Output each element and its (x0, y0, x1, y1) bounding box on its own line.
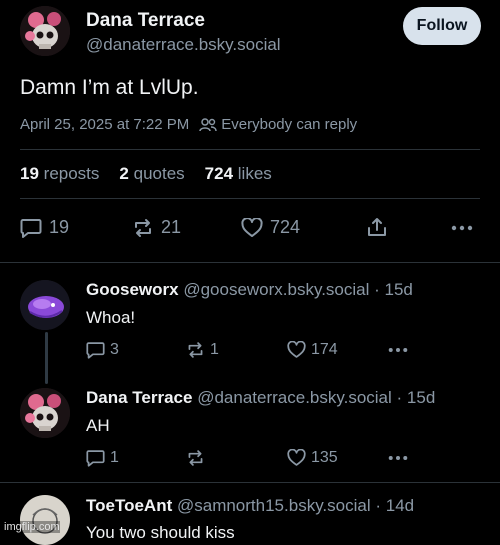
share-button[interactable] (367, 216, 387, 238)
like-count: 174 (311, 341, 338, 358)
repost-count: 1 (210, 341, 219, 358)
reply-header: ToeToeAnt @samnorth15.bsky.social · 14d (86, 496, 414, 516)
divider (20, 198, 480, 199)
author-handle[interactable]: @danaterrace.bsky.social (86, 35, 281, 55)
reply-text: AH (86, 416, 110, 435)
author-avatar[interactable] (20, 6, 70, 56)
reply-count: 1 (110, 449, 119, 466)
reply-button[interactable]: 19 (20, 217, 69, 238)
reply-button[interactable]: 3 (86, 341, 119, 359)
reply-icon (86, 342, 105, 359)
reply-author-name[interactable]: Dana Terrace (86, 388, 192, 407)
thread-line (45, 332, 48, 384)
reply-avatar[interactable] (20, 280, 70, 330)
reply-author-name[interactable]: ToeToeAnt (86, 496, 172, 515)
like-button[interactable]: 135 (287, 449, 338, 467)
reply-count: 3 (110, 341, 119, 358)
likes-stat[interactable]: 724 likes (205, 164, 272, 184)
reply-setting[interactable]: Everybody can reply (199, 116, 357, 133)
people-icon (199, 117, 217, 131)
reply-text: Whoa! (86, 308, 136, 327)
repost-icon (135, 218, 151, 237)
more-options-button[interactable] (388, 455, 408, 461)
reply-icon (20, 218, 42, 238)
reply-icon (86, 450, 105, 467)
like-button[interactable]: 724 (241, 217, 300, 238)
post-meta: April 25, 2025 at 7:22 PM Everybody can … (20, 116, 357, 133)
ellipsis-icon (451, 225, 473, 231)
watermark: imgflip.com (4, 521, 60, 533)
post-stats: 19 reposts 2 quotes 724 likes (20, 164, 272, 184)
skull-avatar-image (20, 6, 70, 56)
section-divider (0, 482, 500, 483)
reply-button[interactable]: 1 (86, 449, 119, 467)
share-icon (368, 218, 386, 236)
repost-icon (188, 450, 203, 466)
post-text: Damn I’m at LvlUp. (20, 76, 199, 99)
heart-icon (287, 341, 306, 358)
repost-count: 21 (161, 217, 182, 237)
reply-setting-label: Everybody can reply (221, 116, 358, 133)
creature-avatar-image (20, 280, 70, 330)
section-divider (0, 262, 500, 263)
reply-age: · 14d (375, 496, 415, 515)
like-button[interactable]: 174 (287, 341, 338, 359)
heart-icon (287, 449, 306, 466)
more-options-button[interactable] (451, 225, 473, 231)
reply-count: 19 (49, 217, 70, 237)
post-timestamp: April 25, 2025 at 7:22 PM (20, 116, 190, 133)
reply-handle[interactable]: @samnorth15.bsky.social (177, 496, 371, 515)
reply-header: Dana Terrace @danaterrace.bsky.social · … (86, 388, 435, 408)
reply-header: Gooseworx @gooseworx.bsky.social · 15d (86, 280, 413, 300)
like-count: 724 (270, 217, 301, 237)
author-name[interactable]: Dana Terrace (86, 10, 205, 32)
reposts-stat[interactable]: 19 reposts (20, 164, 99, 184)
like-count: 135 (311, 449, 338, 466)
more-options-button[interactable] (388, 347, 408, 353)
heart-icon (241, 217, 263, 237)
repost-button[interactable] (186, 449, 210, 467)
repost-button[interactable]: 1 (186, 341, 219, 359)
reply-avatar[interactable] (20, 388, 70, 438)
sketch-avatar-image (20, 495, 70, 545)
repost-icon (188, 342, 203, 358)
reply-text: You two should kiss (86, 523, 235, 542)
follow-button[interactable]: Follow (403, 7, 481, 45)
reply-avatar[interactable] (20, 495, 70, 545)
ellipsis-icon (388, 456, 408, 460)
reply-author-name[interactable]: Gooseworx (86, 280, 179, 299)
quotes-stat[interactable]: 2 quotes (119, 164, 184, 184)
divider (20, 149, 480, 150)
reply-handle[interactable]: @gooseworx.bsky.social (183, 280, 369, 299)
repost-button[interactable]: 21 (132, 217, 181, 238)
ellipsis-icon (388, 348, 408, 352)
skull-avatar-image (20, 388, 70, 438)
reply-handle[interactable]: @danaterrace.bsky.social (197, 388, 392, 407)
reply-age: · 15d (374, 280, 413, 299)
reply-age: · 15d (396, 388, 436, 407)
